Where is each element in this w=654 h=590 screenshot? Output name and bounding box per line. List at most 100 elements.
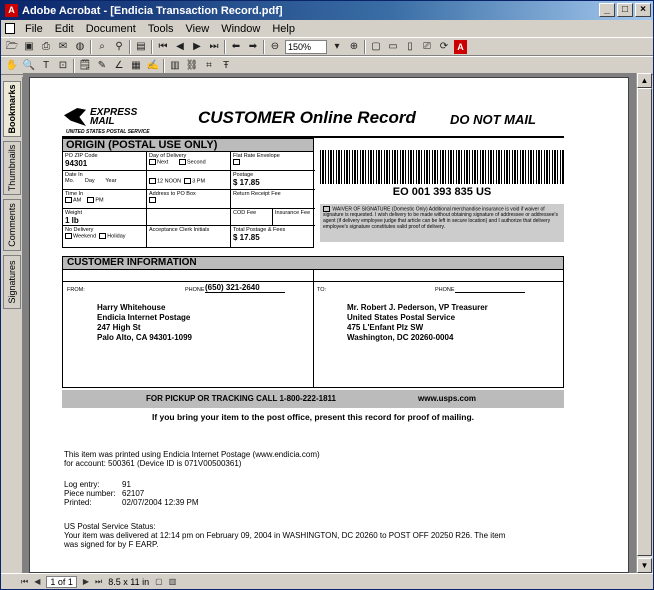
menu-file[interactable]: File: [19, 23, 49, 35]
acrobat-window: A Adobe Acrobat - [Endicia Transaction R…: [0, 0, 654, 590]
divider: [313, 283, 314, 387]
customer-info-heading: CUSTOMER INFORMATION: [63, 257, 563, 270]
menu-bar: File Edit Document Tools View Window Hel…: [1, 20, 653, 37]
document-icon[interactable]: [5, 23, 15, 34]
email-icon[interactable]: ✉: [56, 40, 70, 54]
toolbar-separator: [263, 39, 265, 54]
graphics-select-icon[interactable]: ⊡: [56, 59, 70, 73]
adobe-logo-icon[interactable]: A: [454, 39, 467, 54]
weekend-checkbox: [65, 233, 72, 239]
time-window-cell: 12 NOON 3 PM: [147, 171, 231, 190]
note-tool-icon[interactable]: 🗒: [78, 59, 92, 73]
record-title: CUSTOMER Online Record: [198, 108, 416, 127]
postal-status: US Postal Service Status: Your item was …: [64, 522, 506, 549]
title-bar[interactable]: A Adobe Acrobat - [Endicia Transaction R…: [1, 1, 653, 20]
find-icon[interactable]: ⌕: [95, 40, 109, 54]
link-tool-icon[interactable]: ⛓: [185, 59, 199, 73]
time-in-cell: Time In AM PM: [63, 190, 147, 209]
save-icon[interactable]: ▣: [22, 40, 36, 54]
menu-document[interactable]: Document: [80, 23, 142, 35]
proof-of-mailing-note: If you bring your item to the post offic…: [151, 412, 475, 422]
zoom-dropdown-icon[interactable]: ▾: [330, 40, 344, 54]
toolbar-separator: [364, 39, 366, 54]
search-icon[interactable]: ⚲: [112, 40, 126, 54]
tracking-number: EO 001 393 835 US: [392, 186, 492, 198]
tab-signatures[interactable]: Signatures: [3, 255, 21, 309]
zoom-level-input[interactable]: 150%: [285, 39, 327, 54]
close-button[interactable]: ×: [635, 3, 651, 17]
tab-bookmarks[interactable]: Bookmarks: [3, 81, 21, 137]
first-page-icon[interactable]: ⏮: [156, 40, 170, 54]
fit-width-icon[interactable]: ▯: [403, 40, 417, 54]
brand-mail: MAIL: [90, 116, 115, 127]
hand-tool-icon[interactable]: ✋: [5, 59, 19, 73]
divider: [313, 270, 314, 283]
navigation-pane-icon[interactable]: ▤: [134, 40, 148, 54]
holiday-checkbox: [99, 233, 107, 239]
pencil-tool-icon[interactable]: ✎: [95, 59, 109, 73]
fit-page-icon[interactable]: ▭: [386, 40, 400, 54]
open-icon[interactable]: 🗁: [5, 40, 19, 54]
scroll-down-icon[interactable]: ▼: [637, 558, 652, 573]
text-select-icon[interactable]: T: [39, 59, 53, 73]
log-info: Log entry: 91 Piece number: 62107 Printed:…: [64, 480, 199, 507]
pickup-bar: FOR PICKUP OR TRACKING CALL 1-800-222-18…: [62, 390, 564, 408]
zoom-out-icon[interactable]: ⊖: [268, 40, 282, 54]
maximize-button[interactable]: □: [617, 3, 633, 17]
web-capture-icon[interactable]: ◍: [73, 40, 87, 54]
to-phone-label: PHONE: [435, 287, 455, 293]
postage-cell: Postage $ 17.85: [231, 171, 315, 190]
scroll-thumb[interactable]: [637, 88, 652, 556]
zoom-tool-icon[interactable]: 🔍: [22, 59, 36, 73]
previous-page-icon[interactable]: ◀: [173, 40, 187, 54]
po-box-checkbox: [149, 197, 156, 203]
touchup-text-icon[interactable]: Ŧ: [219, 59, 233, 73]
crop-tool-icon[interactable]: ⌗: [202, 59, 216, 73]
page-indicator[interactable]: 1 of 1: [46, 575, 77, 588]
weight-cell: Weight 1 lb: [63, 209, 147, 226]
previous-view-icon[interactable]: ⬅: [229, 40, 243, 54]
eagle-icon: [64, 108, 86, 126]
po-zip-value: 94301: [65, 159, 88, 168]
signature-tool-icon[interactable]: ✍: [146, 59, 160, 73]
highlight-tool-icon[interactable]: ∠: [112, 59, 126, 73]
next-page-icon[interactable]: ▶: [190, 40, 204, 54]
zoom-in-icon[interactable]: ⊕: [347, 40, 361, 54]
reflow-icon[interactable]: ⎚: [420, 40, 434, 54]
flat-rate-cell: Flat Rate Envelope: [231, 152, 315, 171]
form-tool-icon[interactable]: ▦: [129, 59, 143, 73]
single-page-layout-icon[interactable]: ▢: [155, 577, 163, 586]
menu-window[interactable]: Window: [215, 23, 266, 35]
brand-sub: UNITED STATES POSTAL SERVICE: [66, 129, 150, 135]
weight-value: 1 lb: [65, 216, 79, 225]
flat-rate-checkbox: [233, 159, 240, 165]
rotate-icon[interactable]: ⟳: [437, 40, 451, 54]
window-title: Adobe Acrobat - [Endicia Transaction Rec…: [22, 4, 283, 17]
menu-tools[interactable]: Tools: [142, 23, 180, 35]
print-icon[interactable]: ⎙: [39, 40, 53, 54]
first-page-nav-icon[interactable]: ⏮: [21, 577, 28, 587]
menu-edit[interactable]: Edit: [49, 23, 80, 35]
usps-express-mail-logo: EXPRESS MAIL UNITED STATES POSTAL SERVICE: [62, 106, 150, 136]
last-page-icon[interactable]: ⏭: [207, 40, 221, 54]
minimize-button[interactable]: _: [599, 3, 615, 17]
prev-page-nav-icon[interactable]: ◀: [34, 577, 40, 586]
pdf-page: EXPRESS MAIL UNITED STATES POSTAL SERVICE…: [29, 77, 629, 573]
page-size: 8.5 x 11 in: [108, 576, 150, 587]
menu-view[interactable]: View: [180, 23, 216, 35]
scroll-up-icon[interactable]: ▲: [637, 73, 652, 88]
tab-comments[interactable]: Comments: [3, 199, 21, 251]
acrobat-app-icon: A: [5, 4, 18, 17]
next-view-icon[interactable]: ➡: [246, 40, 260, 54]
blank-cell: [147, 209, 231, 226]
vertical-scrollbar[interactable]: ▲ ▼: [636, 73, 652, 573]
menu-help[interactable]: Help: [266, 23, 301, 35]
last-page-nav-icon[interactable]: ⏭: [95, 577, 102, 587]
to-phone: [455, 283, 525, 293]
next-page-nav-icon[interactable]: ▶: [83, 577, 89, 586]
tab-thumbnails[interactable]: Thumbnails: [3, 141, 21, 195]
article-tool-icon[interactable]: ▥: [168, 59, 182, 73]
to-address: Mr. Robert J. Pederson, VP Treasurer Uni…: [347, 303, 488, 342]
continuous-layout-icon[interactable]: ▥: [169, 577, 177, 586]
actual-size-icon[interactable]: ▢: [369, 40, 383, 54]
